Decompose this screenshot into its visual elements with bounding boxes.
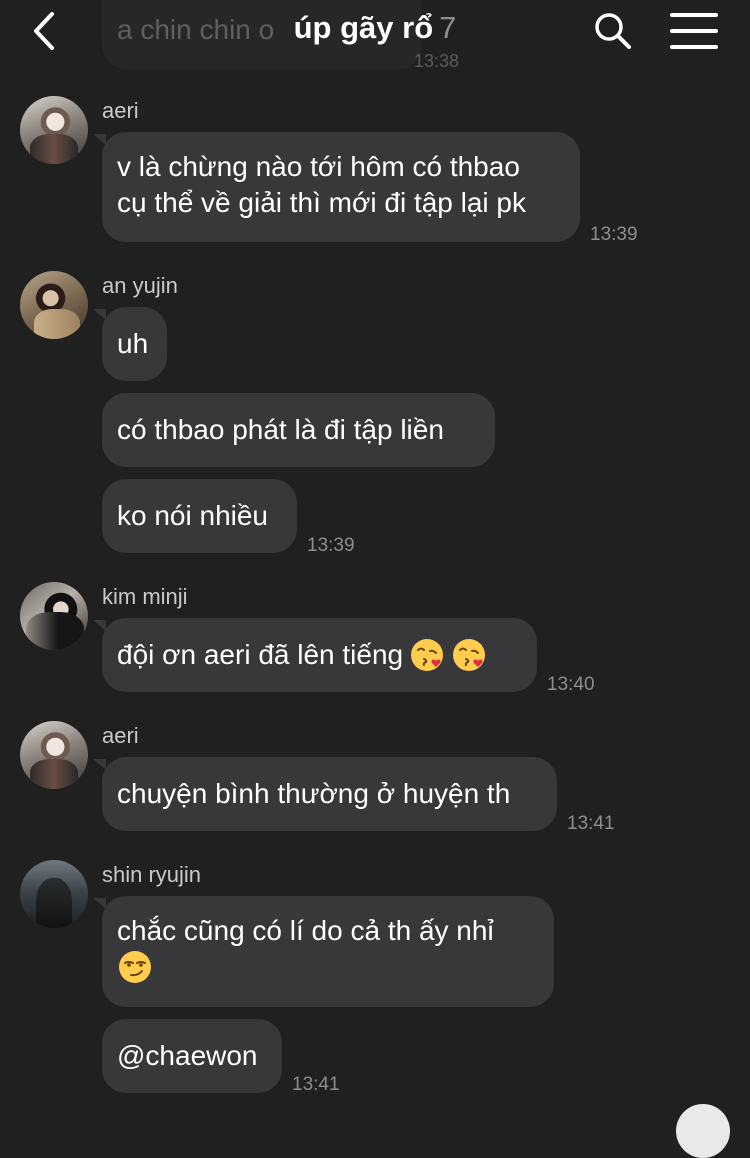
pinned-preview-time: 13:38 xyxy=(414,51,460,71)
chat-header: a chin chin o 13:38 úp gãy rổ 7 xyxy=(0,0,750,78)
avatar[interactable] xyxy=(20,271,88,339)
message-time: 13:40 xyxy=(547,674,595,695)
back-button[interactable] xyxy=(22,8,68,54)
message-time: 13:41 xyxy=(567,813,615,834)
search-icon xyxy=(595,13,631,49)
message-bubble[interactable]: chắc cũng có lí do cả th ấy nhỉ xyxy=(102,896,554,1007)
message-text: chắc cũng có lí do cả th ấy nhỉ xyxy=(117,915,494,946)
message-bubble[interactable]: ko nói nhiều xyxy=(102,479,297,553)
message-bubble[interactable]: @chaewon xyxy=(102,1019,282,1093)
avatar[interactable] xyxy=(20,582,88,650)
sender-name: aeri xyxy=(102,723,139,748)
chevron-left-icon xyxy=(34,12,54,50)
message-text: ko nói nhiều xyxy=(117,500,269,531)
sender-name: aeri xyxy=(102,98,139,123)
avatar[interactable] xyxy=(20,96,88,164)
chat-title[interactable]: úp gãy rổ 7 xyxy=(160,10,590,46)
menu-button[interactable] xyxy=(670,9,718,53)
smirk-emoji-icon xyxy=(119,951,151,983)
message-bubble[interactable]: uh xyxy=(102,307,167,381)
message-time: 13:39 xyxy=(590,224,638,245)
member-count: 7 xyxy=(439,10,457,45)
message-emoji-line xyxy=(117,949,494,988)
message-time: 13:39 xyxy=(307,535,355,556)
scroll-down-button[interactable] xyxy=(676,1104,730,1158)
hamburger-menu-icon-bar xyxy=(670,45,718,49)
message-text: chuyện bình thường ở huyện th xyxy=(117,778,511,809)
avatar[interactable] xyxy=(20,721,88,789)
message-time: 13:41 xyxy=(292,1074,340,1095)
message-bubble[interactable]: đội ơn aeri đã lên tiếng xyxy=(102,618,537,692)
message-bubble[interactable]: chuyện bình thường ở huyện th xyxy=(102,757,557,831)
mention-text[interactable]: @chaewon xyxy=(117,1038,258,1074)
sender-name: kim minji xyxy=(102,584,188,609)
kissing-heart-emoji-icon xyxy=(411,639,444,671)
message-text: có thbao phát là đi tập liền xyxy=(117,414,444,445)
search-button[interactable] xyxy=(590,8,636,54)
hamburger-menu-icon xyxy=(670,13,718,17)
message-text: cụ thể về giải thì mới đi tập lại pk xyxy=(117,187,527,218)
avatar[interactable] xyxy=(20,860,88,928)
message-bubble[interactable]: v là chừng nào tới hôm có thbao cụ thể v… xyxy=(102,132,580,242)
sender-name: an yujin xyxy=(102,273,178,298)
message-text: uh xyxy=(117,328,149,359)
group-name: úp gãy rổ xyxy=(293,10,434,45)
message-text: v là chừng nào tới hôm có thbao xyxy=(117,151,520,182)
message-text: đội ơn aeri đã lên tiếng xyxy=(117,639,404,670)
sender-name: shin ryujin xyxy=(102,862,202,887)
kissing-heart-emoji-icon xyxy=(453,639,486,671)
message-bubble[interactable]: có thbao phát là đi tập liền xyxy=(102,393,495,467)
hamburger-menu-icon-bar xyxy=(670,29,718,33)
